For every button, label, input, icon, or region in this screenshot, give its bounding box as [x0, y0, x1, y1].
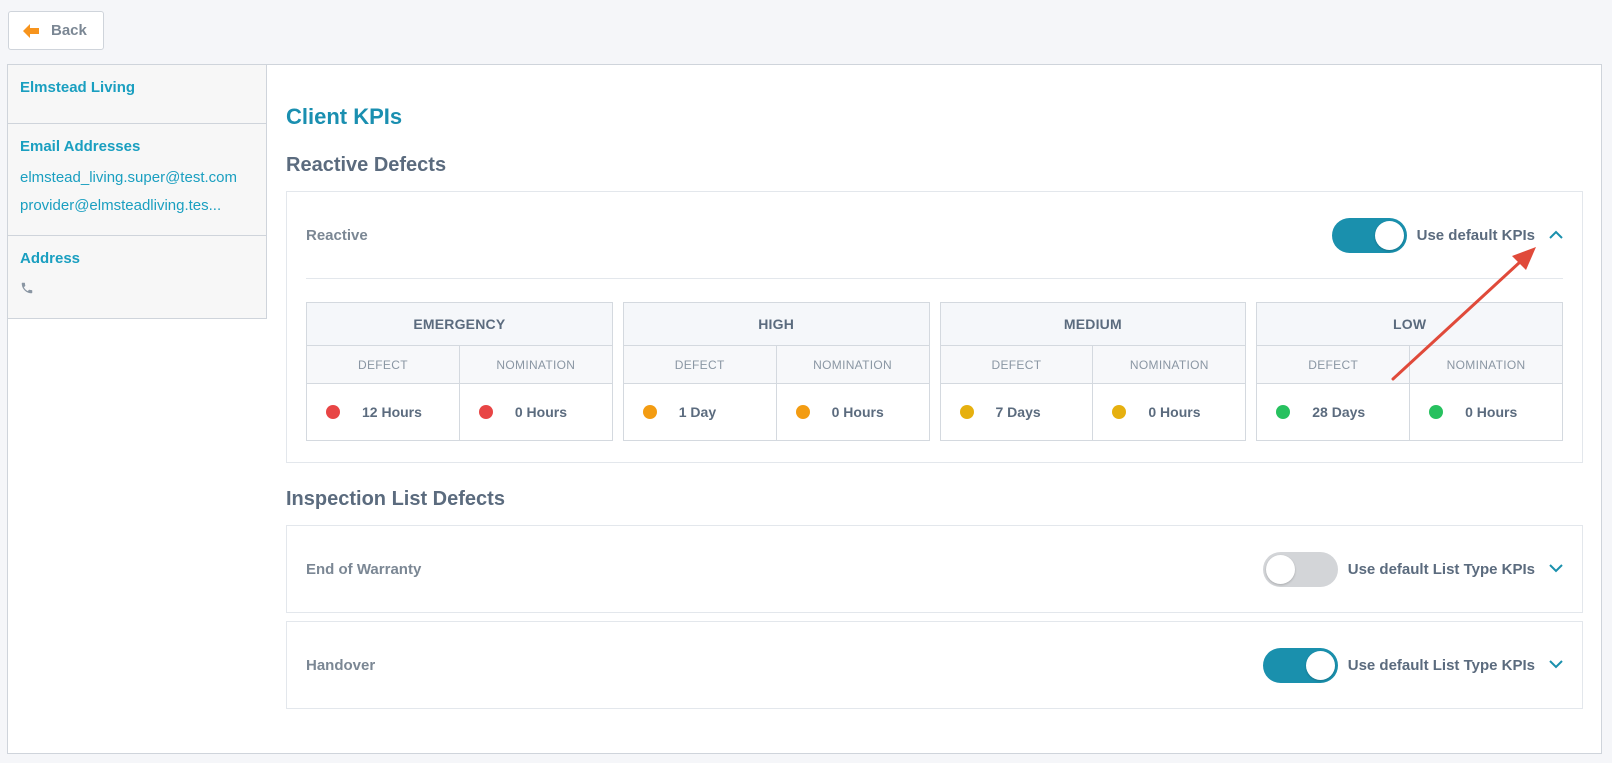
nomination-value: 0 Hours: [831, 404, 884, 420]
reactive-section-title: Reactive Defects: [286, 154, 447, 176]
sidebar-emails-section: Email Addresses elmstead_living.super@te…: [8, 124, 266, 236]
status-dot-icon: [959, 405, 974, 419]
toggle-knob: [1265, 554, 1295, 584]
email-link[interactable]: provider@elmsteadliving.tes...: [20, 197, 256, 214]
end-of-warranty-card: End of Warranty Use default List Type KP…: [286, 525, 1583, 613]
nomination-header: NOMINATION: [496, 357, 576, 372]
nomination-value: 0 Hours: [1465, 404, 1518, 420]
defect-cell: 28 Days: [1257, 384, 1411, 440]
status-dot-icon: [478, 405, 493, 419]
defect-header: DEFECT: [307, 346, 460, 383]
nomination-cell: 0 Hours: [460, 384, 612, 440]
page-title: Client KPIs: [286, 104, 403, 129]
toggle-knob: [1305, 650, 1335, 680]
back-label: Back: [51, 22, 87, 39]
list-type-kpis-label: Use default List Type KPIs: [1347, 560, 1535, 578]
reactive-card: Reactive Use default KPIs EMERGENCY DEFE…: [286, 191, 1583, 463]
client-sidebar: Elmstead Living Email Addresses elmstead…: [7, 64, 267, 319]
end-of-warranty-header[interactable]: End of Warranty Use default List Type KP…: [287, 526, 1582, 612]
status-dot-icon: [1276, 405, 1291, 419]
inspection-section-title: Inspection List Defects: [286, 488, 505, 510]
list-type-kpis-label: Use default List Type KPIs: [1347, 656, 1535, 674]
company-name: Elmstead Living: [20, 79, 136, 96]
kpi-table-high: HIGH DEFECT NOMINATION 1 Day 0 Hours: [622, 302, 930, 441]
list-type-kpis-toggle[interactable]: [1262, 647, 1338, 683]
kpi-priority-name: MEDIUM: [940, 303, 1246, 346]
status-dot-icon: [1429, 405, 1444, 419]
kpi-table-emergency: EMERGENCY DEFECT NOMINATION 12 Hours 0 H…: [306, 302, 613, 441]
kpi-tables: EMERGENCY DEFECT NOMINATION 12 Hours 0 H…: [287, 279, 1582, 441]
nomination-cell: 0 Hours: [777, 384, 929, 440]
status-dot-icon: [326, 405, 340, 419]
back-button[interactable]: Back: [8, 11, 104, 50]
nomination-value: 0 Hours: [514, 404, 567, 420]
status-dot-icon: [795, 405, 810, 419]
list-type-kpis-toggle[interactable]: [1262, 551, 1338, 587]
sidebar-address-section: Address: [8, 236, 266, 312]
defect-cell: 12 Hours: [307, 384, 460, 440]
defect-value: 12 Hours: [362, 404, 422, 420]
defect-value: 7 Days: [995, 404, 1041, 420]
defect-value: 28 Days: [1312, 404, 1366, 420]
chevron-down-icon[interactable]: [1549, 656, 1563, 674]
arrow-left-icon: [23, 23, 39, 38]
reactive-card-header[interactable]: Reactive Use default KPIs: [287, 192, 1582, 278]
sidebar-company-section: Elmstead Living: [8, 65, 266, 124]
nomination-value: 0 Hours: [1148, 404, 1201, 420]
status-dot-icon: [1112, 405, 1127, 419]
kpi-table-low: LOW DEFECT NOMINATION 28 Days 0 Hours: [1256, 302, 1563, 441]
phone-icon: [20, 281, 254, 300]
handover-header[interactable]: Handover Use default List Type KPIs: [287, 622, 1582, 708]
kpi-table-medium: MEDIUM DEFECT NOMINATION 7 Days 0 Hours: [939, 302, 1247, 441]
default-kpis-label: Use default KPIs: [1416, 226, 1535, 244]
defect-header: DEFECT: [941, 346, 1094, 383]
chevron-up-icon[interactable]: [1549, 226, 1563, 244]
handover-label: Handover: [306, 656, 376, 674]
nomination-header: NOMINATION: [1446, 357, 1526, 372]
toggle-knob: [1374, 220, 1404, 250]
defect-header: DEFECT: [1257, 346, 1411, 383]
kpi-priority-name: LOW: [1257, 303, 1562, 346]
nomination-cell: 0 Hours: [1410, 384, 1562, 440]
defect-cell: 7 Days: [941, 384, 1094, 440]
defect-value: 1 Day: [678, 404, 717, 420]
nomination-header: NOMINATION: [1129, 357, 1209, 372]
defect-header: DEFECT: [624, 346, 777, 383]
kpi-priority-name: EMERGENCY: [307, 303, 612, 346]
defect-cell: 1 Day: [624, 384, 777, 440]
handover-card: Handover Use default List Type KPIs: [286, 621, 1583, 709]
chevron-down-icon[interactable]: [1549, 560, 1563, 578]
nomination-header: NOMINATION: [813, 357, 892, 372]
status-dot-icon: [642, 405, 657, 419]
reactive-label: Reactive: [306, 226, 368, 244]
end-of-warranty-label: End of Warranty: [306, 560, 422, 578]
address-title: Address: [20, 250, 81, 267]
kpi-priority-name: HIGH: [623, 303, 929, 346]
email-link[interactable]: elmstead_living.super@test.com: [20, 169, 256, 186]
nomination-cell: 0 Hours: [1093, 384, 1245, 440]
default-kpis-toggle[interactable]: [1331, 217, 1407, 253]
emails-title: Email Addresses: [20, 138, 141, 155]
